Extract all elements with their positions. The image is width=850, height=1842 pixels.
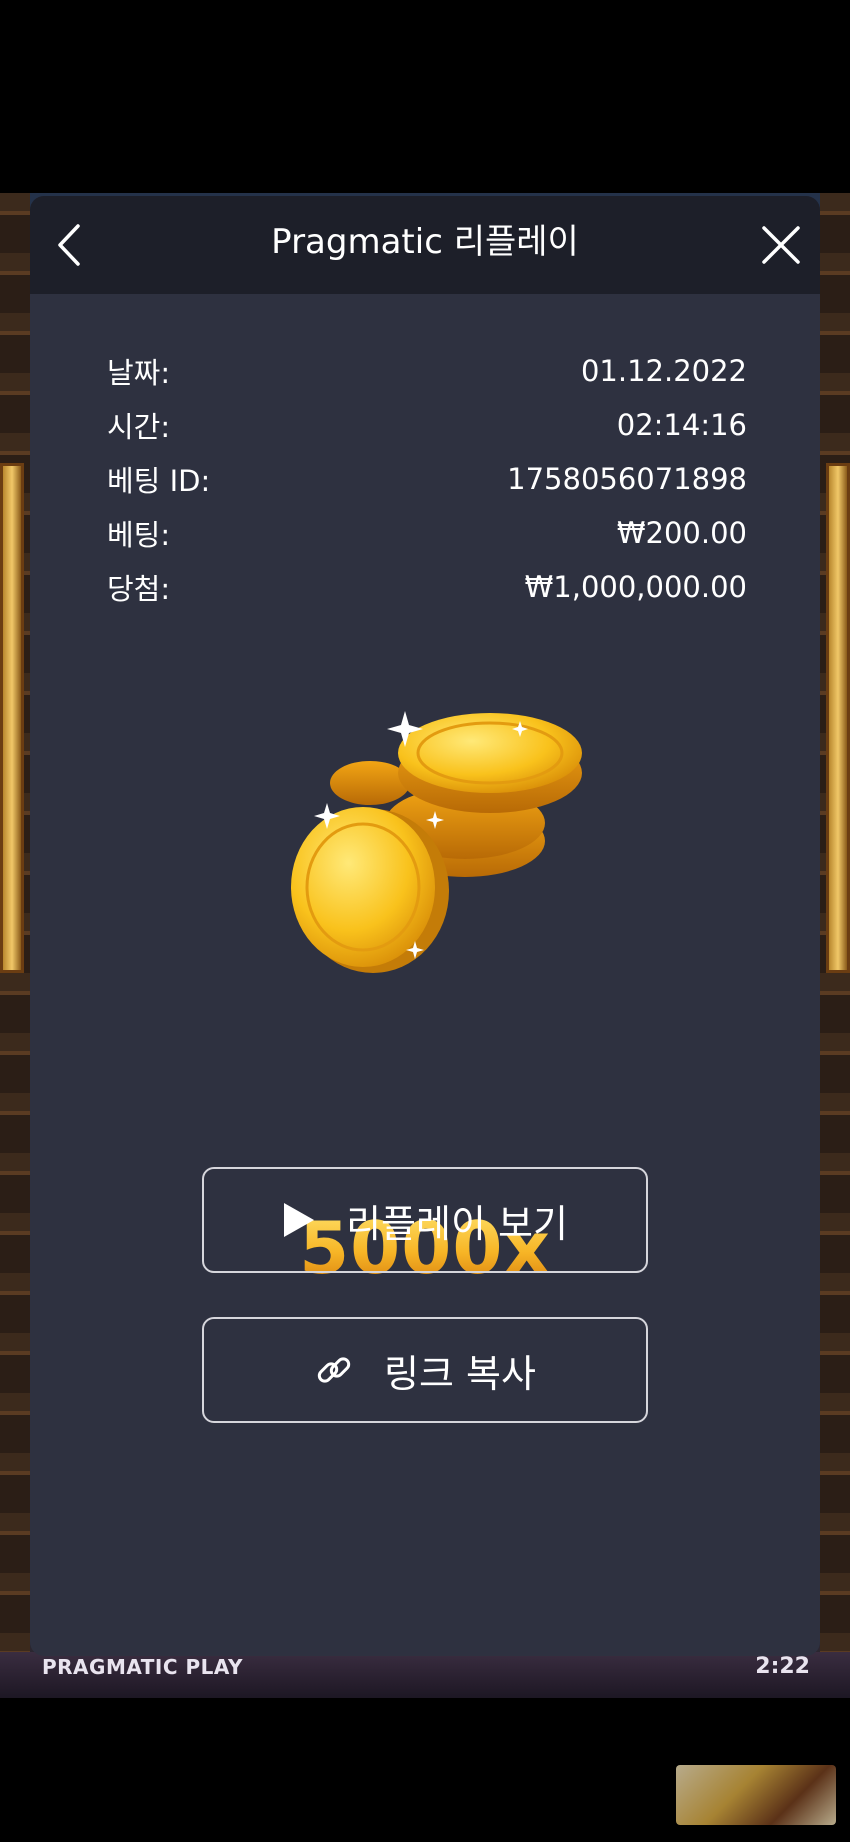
detail-value: ₩1,000,000.00	[524, 570, 747, 604]
detail-label: 날짜:	[107, 356, 171, 390]
detail-label: 당첨:	[107, 572, 171, 606]
game-clock: 2:22	[755, 1654, 810, 1679]
detail-row-bet: 베팅: ₩200.00	[107, 506, 747, 560]
detail-value: ₩200.00	[616, 516, 747, 550]
detail-label: 베팅 ID:	[107, 464, 211, 498]
gold-coins-icon	[291, 711, 582, 973]
chevron-left-icon	[58, 224, 80, 266]
detail-label: 베팅:	[107, 518, 171, 552]
detail-row-bet-id: 베팅 ID: 1758056071898	[107, 452, 747, 506]
detail-value: 02:14:16	[616, 408, 747, 442]
watch-replay-label: 리플레이 보기	[346, 1201, 568, 1246]
replay-modal: Pragmatic 리플레이 날짜: 01.12.2022 시간: 02:14:…	[30, 196, 820, 1656]
watch-replay-button[interactable]: 리플레이 보기	[202, 1167, 648, 1273]
detail-value: 01.12.2022	[580, 354, 747, 388]
detail-label: 시간:	[107, 410, 171, 444]
reel-frame-right	[826, 463, 850, 973]
bet-details: 날짜: 01.12.2022 시간: 02:14:16 베팅 ID: 17580…	[107, 344, 747, 614]
detail-row-date: 날짜: 01.12.2022	[107, 344, 747, 398]
back-button[interactable]	[44, 220, 94, 270]
copy-link-label: 링크 복사	[384, 1351, 536, 1396]
modal-title: Pragmatic 리플레이	[271, 222, 579, 262]
copy-link-button[interactable]: 링크 복사	[202, 1317, 648, 1423]
close-icon	[762, 226, 800, 264]
detail-value: 1758056071898	[507, 462, 747, 496]
play-icon	[282, 1201, 316, 1239]
reel-frame-left	[0, 463, 24, 973]
link-icon	[314, 1350, 354, 1390]
watermark-logo	[676, 1765, 836, 1825]
detail-row-win: 당첨: ₩1,000,000.00	[107, 560, 747, 614]
modal-header: Pragmatic 리플레이	[30, 196, 820, 294]
provider-logo: PRAGMATIC PLAY	[42, 1655, 243, 1679]
detail-row-time: 시간: 02:14:16	[107, 398, 747, 452]
close-button[interactable]	[756, 220, 806, 270]
